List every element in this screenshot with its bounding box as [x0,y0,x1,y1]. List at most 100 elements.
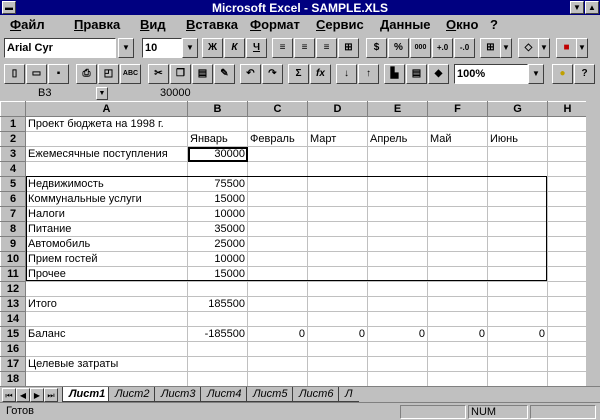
cell[interactable] [187,311,248,327]
cell[interactable] [25,311,188,327]
cell[interactable] [247,341,308,357]
column-header-f[interactable]: F [427,101,488,117]
column-header-b[interactable]: B [187,101,248,117]
cell[interactable] [547,266,588,282]
cell[interactable]: Коммунальные услуги [25,191,188,207]
cell[interactable] [307,251,368,267]
cell[interactable] [547,176,588,192]
cell[interactable]: 0 [427,326,488,342]
cell[interactable] [427,116,488,132]
row-header[interactable]: 1 [0,116,26,132]
cell[interactable] [307,371,368,386]
menu-window[interactable]: Окно [446,17,478,32]
font-size-box[interactable]: 10 [142,38,182,58]
column-header-h[interactable]: H [547,101,588,117]
column-header-a[interactable]: A [25,101,188,117]
cell[interactable] [547,191,588,207]
column-header-d[interactable]: D [307,101,368,117]
row-header[interactable]: 6 [0,191,26,207]
cell[interactable] [487,251,548,267]
menu-tools[interactable]: Сервис [316,17,364,32]
cell[interactable]: 10000 [187,206,248,222]
next-sheet-icon[interactable]: ▶ [30,388,44,402]
cell[interactable] [187,116,248,132]
font-name-box[interactable]: Arial Cyr [4,38,116,58]
cell[interactable] [427,341,488,357]
row-header[interactable]: 7 [0,206,26,222]
cell[interactable] [487,371,548,386]
cell[interactable]: Прочее [25,266,188,282]
undo-icon[interactable]: ↶ [240,64,261,84]
cell[interactable] [427,146,488,162]
redo-icon[interactable]: ↷ [262,64,283,84]
autosum-button[interactable]: Σ [288,64,309,84]
drawing-icon[interactable]: ◆ [428,64,449,84]
cell[interactable] [247,311,308,327]
cell[interactable] [307,176,368,192]
menu-format[interactable]: Формат [250,17,300,32]
cell[interactable] [307,281,368,297]
menu-insert[interactable]: Вставка [186,17,238,32]
cell[interactable] [547,236,588,252]
cell[interactable]: Проект бюджета на 1998 г. [25,116,188,132]
chart-wizard-icon[interactable]: ▙ [384,64,405,84]
cell-table[interactable]: A B C D E F G H 1 Проект бюджета на 1998 г. 2 Январ… [0,101,588,386]
cell[interactable] [367,176,428,192]
select-all-corner[interactable] [0,101,26,117]
underline-button[interactable]: Ч [246,38,267,58]
cell[interactable] [367,266,428,282]
row-header[interactable]: 10 [0,251,26,267]
cell[interactable] [307,191,368,207]
cell[interactable] [547,161,588,177]
cell[interactable] [367,236,428,252]
cell[interactable] [367,161,428,177]
row-header[interactable]: 16 [0,341,26,357]
cell[interactable] [547,131,588,147]
last-sheet-icon[interactable]: ⏭ [44,388,58,402]
cell[interactable] [307,221,368,237]
cell[interactable] [427,251,488,267]
row-header[interactable]: 9 [0,236,26,252]
print-preview-icon[interactable]: ◰ [98,64,119,84]
cell[interactable] [247,161,308,177]
cell[interactable] [547,326,588,342]
textbox-icon[interactable]: ▤ [406,64,427,84]
cell[interactable] [187,281,248,297]
cell[interactable] [247,236,308,252]
first-sheet-icon[interactable]: ⏮ [2,388,16,402]
thousands-button[interactable]: 000 [410,38,431,58]
tip-wizard-icon[interactable]: ● [552,64,573,84]
cell[interactable]: Питание [25,221,188,237]
menu-edit[interactable]: Правка [74,17,120,32]
cell[interactable] [307,296,368,312]
cell[interactable] [487,281,548,297]
borders-icon[interactable]: ⊞ [480,38,501,58]
cell[interactable]: 0 [487,326,548,342]
sheet-tab[interactable]: Лист4 [200,387,248,402]
decrease-decimal-icon[interactable]: -.0 [454,38,475,58]
bold-button[interactable]: Ж [202,38,223,58]
cell[interactable] [487,311,548,327]
zoom-box[interactable]: 100% [454,64,528,84]
cell[interactable]: 25000 [187,236,248,252]
cell[interactable] [367,221,428,237]
cell[interactable] [307,236,368,252]
cell[interactable]: 15000 [187,266,248,282]
cell[interactable] [547,356,588,372]
font-size-dropdown-icon[interactable]: ▼ [182,38,198,58]
cell[interactable] [247,146,308,162]
align-right-icon[interactable]: ≡ [316,38,337,58]
cell[interactable]: Итого [25,296,188,312]
percent-button[interactable]: % [388,38,409,58]
format-painter-icon[interactable]: ✎ [214,64,235,84]
sheet-tab[interactable]: Лист3 [154,387,202,402]
cell[interactable] [487,161,548,177]
cell[interactable] [427,191,488,207]
cell[interactable] [367,281,428,297]
help-pointer-icon[interactable]: ? [574,64,595,84]
new-file-icon[interactable]: ▯ [4,64,25,84]
cell[interactable] [547,251,588,267]
cell[interactable]: 15000 [187,191,248,207]
vertical-scrollbar[interactable] [586,101,600,386]
column-header-c[interactable]: C [247,101,308,117]
